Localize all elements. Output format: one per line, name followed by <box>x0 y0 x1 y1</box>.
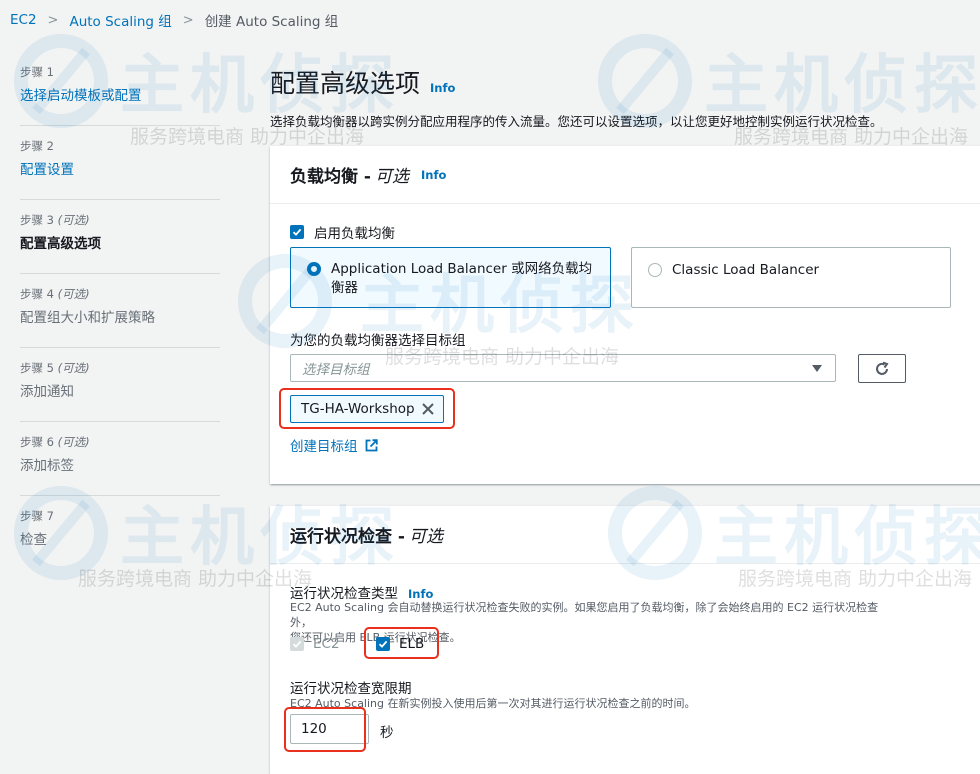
panel-header: 运行状况检查 - 可选 <box>270 506 980 564</box>
checkbox-disabled-icon <box>290 637 304 651</box>
info-link[interactable]: Info <box>421 168 446 182</box>
checkbox-checked-icon[interactable] <box>376 637 390 651</box>
radio-unselected-icon[interactable] <box>648 263 662 277</box>
step-5: 步骤 5 (可选) 添加通知 <box>20 360 220 432</box>
target-group-label: 为您的负载均衡器选择目标组 <box>290 333 466 349</box>
step-title[interactable]: 配置设置 <box>20 158 220 178</box>
divider <box>20 495 220 496</box>
grace-period-description: EC2 Auto Scaling 在新实例投入使用后第一次对其进行运行状况检查之… <box>290 697 696 710</box>
step-label: 步骤 5 (可选) <box>20 361 90 375</box>
enable-load-balancing-label: 启用负载均衡 <box>314 226 395 242</box>
step-title: 检查 <box>20 532 47 548</box>
refresh-icon <box>876 361 889 375</box>
checkbox-checked-icon[interactable] <box>290 225 304 239</box>
divider <box>20 273 220 274</box>
ec2-label: EC2 <box>313 636 340 652</box>
divider <box>20 421 220 422</box>
wizard-steps: 步骤 1 选择启动模板或配置 步骤 2 配置设置 步骤 3 (可选) 配置高级选… <box>20 62 220 580</box>
divider <box>20 347 220 348</box>
optional-label: 可选 <box>408 527 443 547</box>
token-label: TG-HA-Workshop <box>301 401 415 417</box>
info-link[interactable]: Info <box>430 81 455 95</box>
step-label: 步骤 6 (可选) <box>20 435 90 449</box>
health-check-type-label: 运行状况检查类型 Info <box>290 582 433 602</box>
health-check-panel: 运行状况检查 - 可选 运行状况检查类型 Info EC2 Auto Scali… <box>270 506 980 774</box>
page-title-text: 配置高级选项 <box>270 69 421 98</box>
selected-target-group-token: TG-HA-Workshop <box>290 395 444 423</box>
ec2-health-check-checkbox: EC2 <box>290 636 340 652</box>
step-label: 步骤 4 (可选) <box>20 287 90 301</box>
enable-load-balancing-checkbox[interactable]: 启用负载均衡 <box>290 222 395 242</box>
panel-header: 负载均衡 - 可选 Info <box>270 146 980 204</box>
health-check-type-text: 运行状况检查类型 <box>290 586 398 602</box>
divider <box>20 199 220 200</box>
divider <box>20 125 220 126</box>
elb-health-check-checkbox[interactable]: ELB <box>376 636 424 652</box>
info-link[interactable]: Info <box>408 587 433 601</box>
chevron-right-icon: > <box>47 12 59 28</box>
grace-period-input[interactable]: 120 <box>290 714 369 744</box>
panel-title: 运行状况检查 - <box>290 527 405 547</box>
grace-period-value: 120 <box>301 721 327 737</box>
breadcrumb-current: 创建 Auto Scaling 组 <box>204 14 339 30</box>
target-group-placeholder: 选择目标组 <box>302 362 370 378</box>
alb-label: Application Load Balancer 或网络负载均衡器 <box>331 261 593 296</box>
step-title: 添加通知 <box>20 384 74 400</box>
page-title: 配置高级选项 Info <box>270 64 455 100</box>
caret-down-icon <box>812 365 822 372</box>
step-6: 步骤 6 (可选) 添加标签 <box>20 434 220 506</box>
create-target-group-label: 创建目标组 <box>290 439 358 455</box>
external-link-icon <box>365 438 378 451</box>
step-title-current: 配置高级选项 <box>20 236 101 252</box>
alb-radio-card[interactable]: Application Load Balancer 或网络负载均衡器 <box>290 247 611 308</box>
step-2[interactable]: 步骤 2 配置设置 <box>20 138 220 210</box>
close-icon[interactable] <box>421 402 435 416</box>
elb-label: ELB <box>399 636 425 652</box>
step-title: 配置组大小和扩展策略 <box>20 310 155 326</box>
chevron-right-icon: > <box>182 12 194 28</box>
create-target-group-link[interactable]: 创建目标组 <box>290 435 378 455</box>
panel-title: 负载均衡 - <box>290 167 371 187</box>
step-title: 添加标签 <box>20 458 74 474</box>
description-line: EC2 Auto Scaling 会自动替换运行状况检查失败的实例。如果您启用了… <box>290 601 879 629</box>
load-balancing-panel: 负载均衡 - 可选 Info 启用负载均衡 Application Load B… <box>270 146 980 484</box>
optional-label: 可选 <box>374 167 409 187</box>
target-group-select[interactable]: 选择目标组 <box>290 354 836 382</box>
grace-period-label: 运行状况检查宽限期 <box>290 681 412 697</box>
step-1[interactable]: 步骤 1 选择启动模板或配置 <box>20 64 220 136</box>
clb-label: Classic Load Balancer <box>672 262 820 278</box>
step-4: 步骤 4 (可选) 配置组大小和扩展策略 <box>20 286 220 358</box>
step-label: 步骤 2 <box>20 139 54 153</box>
breadcrumb-ec2[interactable]: EC2 <box>10 12 37 28</box>
step-label: 步骤 3 (可选) <box>20 213 90 227</box>
radio-selected-icon[interactable] <box>307 262 321 276</box>
refresh-button[interactable] <box>858 354 906 383</box>
step-title[interactable]: 选择启动模板或配置 <box>20 84 220 104</box>
grace-period-unit: 秒 <box>380 725 394 741</box>
breadcrumb-auto-scaling-groups[interactable]: Auto Scaling 组 <box>69 10 171 30</box>
step-label: 步骤 1 <box>20 65 54 79</box>
page-description: 选择负载均衡器以跨实例分配应用程序的传入流量。您还可以设置选项，以让您更好地控制… <box>270 114 883 129</box>
step-3: 步骤 3 (可选) 配置高级选项 <box>20 212 220 284</box>
clb-radio-card[interactable]: Classic Load Balancer <box>631 247 951 308</box>
step-7: 步骤 7 检查 <box>20 508 220 580</box>
step-label: 步骤 7 <box>20 509 54 523</box>
breadcrumb: EC2 > Auto Scaling 组 > 创建 Auto Scaling 组 <box>10 10 338 30</box>
